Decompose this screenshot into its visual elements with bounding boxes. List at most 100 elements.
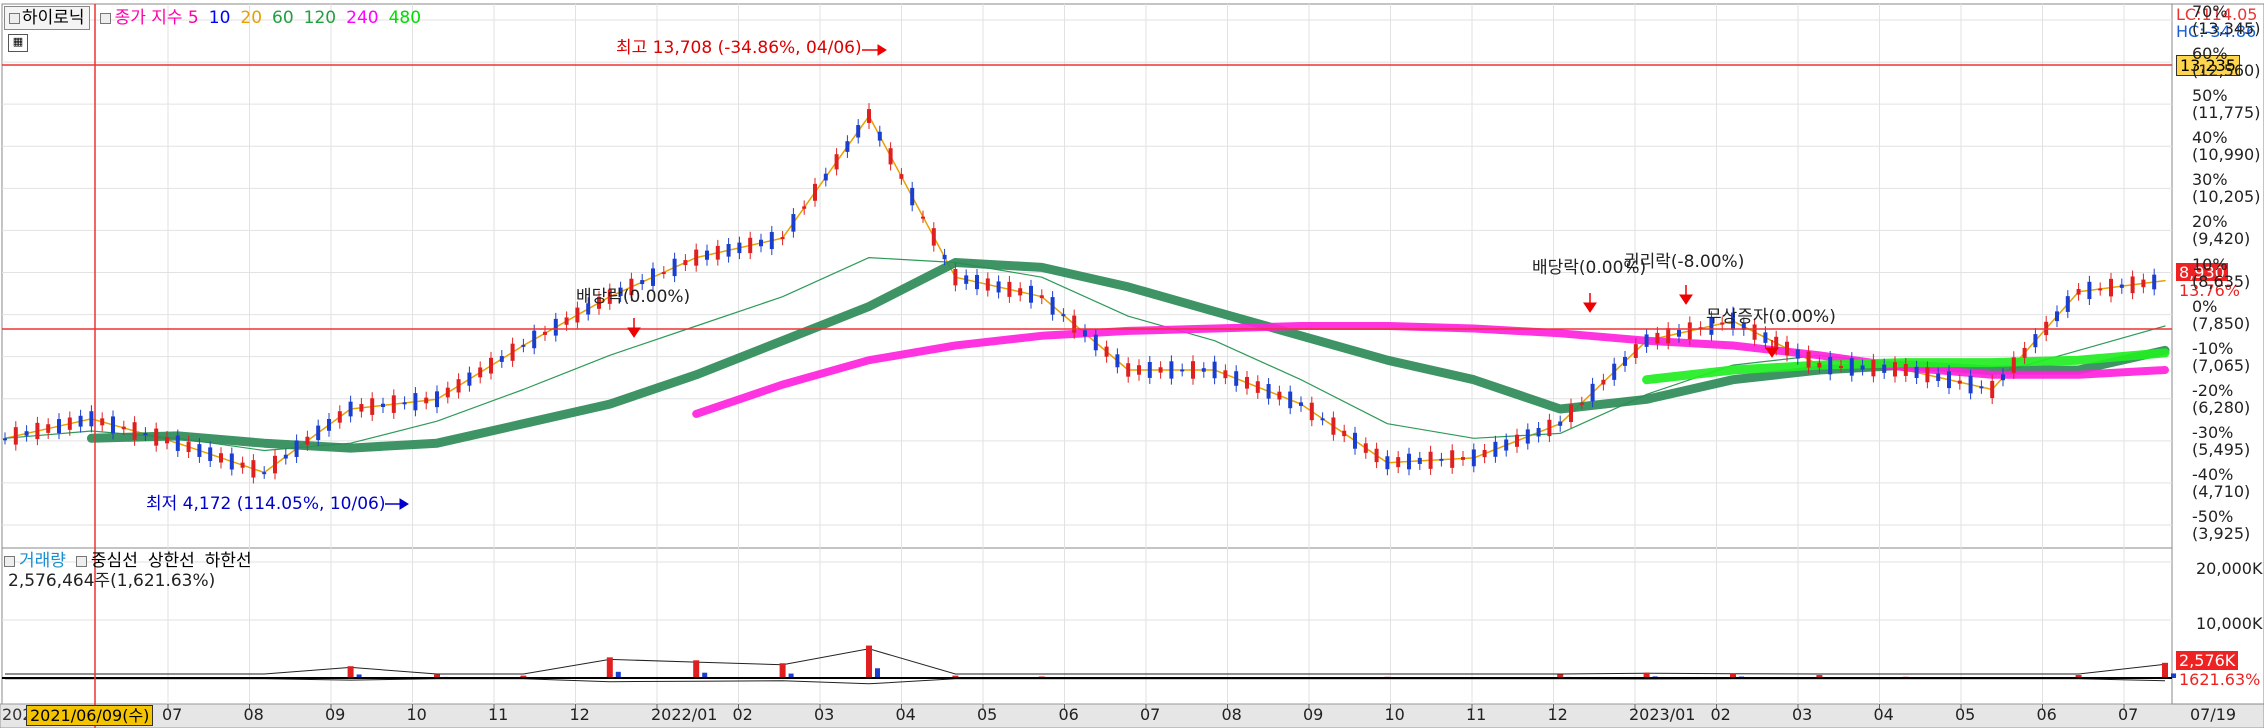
price-candle xyxy=(1223,370,1228,379)
price-candle xyxy=(1903,363,1908,376)
price-candle xyxy=(251,460,256,478)
band-box-icon xyxy=(75,555,87,567)
price-candle xyxy=(1158,367,1163,373)
table-toggle-button[interactable]: ▦ xyxy=(8,34,28,52)
price-candle xyxy=(823,173,828,181)
price-candle xyxy=(640,280,645,285)
price-axis-label: -40% (4,710) xyxy=(2192,466,2250,500)
volume-bar xyxy=(693,660,700,678)
price-candle xyxy=(2119,284,2124,288)
price-candle xyxy=(1763,332,1768,343)
time-axis-label: 2022/01 xyxy=(651,705,718,724)
price-candle xyxy=(1525,429,1530,444)
price-candle xyxy=(1417,457,1422,464)
price-candle xyxy=(1407,453,1411,470)
time-axis-label: 03 xyxy=(814,705,835,724)
price-candle xyxy=(1687,322,1692,340)
volume-value: 2,576,464주(1,621.63%) xyxy=(8,571,216,591)
price-candle xyxy=(348,401,353,417)
price-candle xyxy=(705,250,709,260)
price-candle xyxy=(1644,334,1649,347)
price-candle xyxy=(1828,357,1833,375)
chart-canvas[interactable] xyxy=(0,0,2264,728)
price-axis-label: -20% (6,280) xyxy=(2192,382,2250,416)
price-candle xyxy=(1893,362,1897,377)
price-candle xyxy=(1342,430,1347,437)
price-candle xyxy=(1623,356,1627,366)
price-candle xyxy=(1212,361,1217,379)
price-axis-label: -50% (3,925) xyxy=(2192,508,2250,542)
band-upper-label: 상한선 xyxy=(147,551,195,571)
time-axis-end-label: 07/19 xyxy=(2190,705,2237,724)
time-axis-label: 06 xyxy=(2036,705,2057,724)
price-candle xyxy=(921,216,925,219)
price-candle xyxy=(489,357,493,374)
price-candle xyxy=(229,453,234,470)
time-axis-label: 08 xyxy=(243,705,264,724)
price-candle xyxy=(1569,404,1573,423)
price-candle xyxy=(1482,449,1487,458)
price-candle xyxy=(24,431,29,436)
time-axis-label: 09 xyxy=(1303,705,1324,724)
price-candle xyxy=(1331,417,1336,435)
time-axis-label: 05 xyxy=(977,705,998,724)
price-candle xyxy=(240,462,245,468)
price-axis-price: (7,850) xyxy=(2192,313,2251,333)
time-axis-label: 05 xyxy=(1955,705,1976,724)
price-candle xyxy=(2022,347,2027,358)
price-axis-price: (10,990) xyxy=(2192,145,2261,165)
price-axis-price: (3,925) xyxy=(2192,524,2251,543)
price-candle xyxy=(435,391,439,408)
price-candle xyxy=(2001,374,2005,381)
price-candle xyxy=(1547,419,1552,437)
price-candle xyxy=(2065,296,2070,312)
price-candle xyxy=(1115,354,1120,368)
ma-period-120: 120 xyxy=(303,8,337,28)
price-candle xyxy=(1396,457,1401,468)
price-axis-label: 30% (10,205) xyxy=(2192,171,2260,205)
time-axis-label: 11 xyxy=(1466,705,1487,724)
price-candle xyxy=(1104,346,1109,357)
time-axis-label: 07 xyxy=(2118,705,2139,724)
price-axis-pct: 0% xyxy=(2192,296,2218,316)
time-axis-label: 04 xyxy=(1873,705,1894,724)
volume-title[interactable]: 거래량 xyxy=(19,550,66,572)
last-volume-tag: 2,576K xyxy=(2176,651,2239,670)
ma-legend[interactable]: 종가 지수 5 10 20 60 120 240 480 xyxy=(99,7,421,29)
price-candle xyxy=(1039,295,1044,299)
price-candle xyxy=(780,237,785,240)
price-candle xyxy=(1353,432,1357,449)
price-candle xyxy=(2130,276,2135,294)
price-candle xyxy=(1633,344,1638,358)
price-candle xyxy=(1255,381,1260,393)
time-axis-label: 07 xyxy=(162,705,183,724)
price-candle xyxy=(769,232,774,250)
price-candle xyxy=(175,435,180,451)
price-candle xyxy=(316,425,321,441)
price-candle xyxy=(1655,332,1660,344)
chart-header: 하이로닉 종가 지수 5 10 20 60 120 240 480 xyxy=(4,6,421,30)
bonus-issue-annotation: 무상증자(0.00%) xyxy=(1706,307,1836,327)
time-axis-label: 09 xyxy=(325,705,346,724)
stock-selector[interactable]: 하이로닉 xyxy=(4,6,90,30)
price-axis-price: (6,280) xyxy=(2192,397,2251,417)
volume-bar xyxy=(347,666,354,678)
price-axis-price: (5,495) xyxy=(2192,439,2251,459)
price-candle xyxy=(35,422,40,440)
price-candle xyxy=(1180,369,1185,372)
time-axis-label: 12 xyxy=(1547,705,1568,724)
price-axis-pct: -30% xyxy=(2192,422,2234,442)
price-candle xyxy=(910,187,915,206)
price-candle xyxy=(283,454,288,459)
price-candle xyxy=(370,398,375,415)
price-candle xyxy=(888,148,893,165)
legend-box-icon xyxy=(99,12,111,24)
price-candle xyxy=(1601,379,1606,385)
ma-title: 종가 지수 5 xyxy=(114,8,199,28)
vol-axis-10000k: 10,000K xyxy=(2196,614,2263,633)
price-axis-pct: 60% xyxy=(2192,44,2228,64)
price-candle xyxy=(13,427,18,445)
price-axis-label: 20% (9,420) xyxy=(2192,213,2250,247)
price-candle xyxy=(1450,450,1455,468)
price-candle xyxy=(1882,364,1887,373)
